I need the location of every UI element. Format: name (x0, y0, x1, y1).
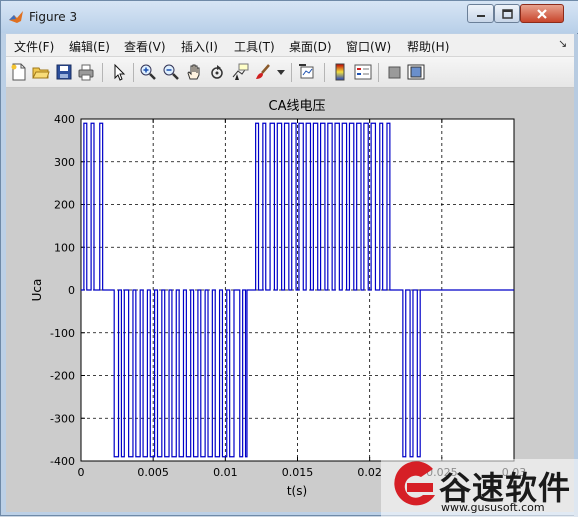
y-tick-label: 0 (68, 284, 75, 297)
y-tick-label: 100 (54, 241, 75, 254)
x-tick-label: 0.015 (282, 466, 314, 479)
y-tick-label: -300 (50, 412, 75, 425)
x-axis-label: t(s) (287, 484, 307, 498)
x-tick-label: 0 (78, 466, 85, 479)
chart-title: CA线电压 (269, 99, 326, 114)
y-tick-label: 300 (54, 156, 75, 169)
x-tick-label: 0.02 (357, 466, 382, 479)
logo-url-text: www.gususoft.com (441, 501, 545, 514)
y-tick-label: -400 (50, 455, 75, 468)
x-tick-label: 0.01 (213, 466, 238, 479)
window-border (574, 34, 578, 517)
y-tick-label: 200 (54, 199, 75, 212)
x-tick-label: 0.005 (137, 466, 169, 479)
y-axis-label: Uca (30, 279, 44, 302)
figure-window: Figure 3 文件(F) 编辑(E) 查看(V) 插入(I) 工具(T) 桌… (0, 0, 578, 517)
y-tick-label: -100 (50, 327, 75, 340)
y-tick-label: 400 (54, 113, 75, 126)
y-tick-label: -200 (50, 370, 75, 383)
chart: 00.0050.010.0150.020.0250.03-400-300-200… (30, 99, 526, 498)
